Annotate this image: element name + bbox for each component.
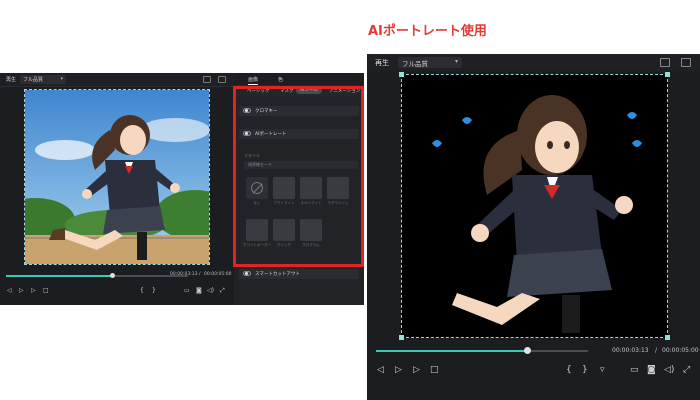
right-player: 再生 フル品質 ▾ 00:00:03:13 / 00:00:05:00 ◁ ▷ …	[367, 54, 700, 400]
mark-out-icon[interactable]: }	[152, 287, 156, 294]
right-timeline-handle[interactable]	[524, 347, 531, 354]
right-player-toolbar: 再生 フル品質 ▾	[367, 54, 700, 71]
monitor-icon[interactable]: ▭	[630, 365, 639, 375]
step-play-icon[interactable]: ▷	[395, 365, 402, 375]
play-icon[interactable]: ▷	[413, 365, 420, 375]
left-time-total: 00:00:05:00	[204, 272, 232, 277]
right-time-sep: /	[655, 347, 658, 354]
right-quality-select[interactable]: フル品質 ▾	[398, 57, 462, 68]
fullscreen-icon[interactable]: ⤢	[683, 365, 690, 375]
preview-frame-cutout	[432, 95, 642, 333]
chevron-down-icon: ▾	[60, 76, 63, 82]
screenshot-stage: AIポートレート使用 再生 フル品質 ▾ 00:00:03:13 / 00:00…	[0, 0, 700, 400]
tab-image[interactable]: 画像	[248, 76, 259, 85]
volume-icon[interactable]: ◁)	[664, 365, 674, 375]
right-video-preview[interactable]	[399, 72, 670, 340]
grid-icon[interactable]	[660, 58, 670, 67]
mark-in-icon[interactable]: {	[140, 287, 144, 294]
resize-handle[interactable]	[665, 72, 670, 77]
prev-frame-icon[interactable]: ◁	[7, 287, 12, 294]
right-quality-value: フル品質	[402, 60, 428, 68]
left-time-sep: /	[199, 272, 201, 277]
right-player-bottom-strip	[367, 388, 700, 400]
volume-icon[interactable]: ◁)	[207, 287, 214, 294]
left-video-preview[interactable]	[24, 89, 210, 265]
page-title: AIポートレート使用	[368, 24, 487, 39]
left-quality-select[interactable]: フル品質 ▾	[20, 75, 66, 84]
mark-out-icon[interactable]: }	[582, 365, 588, 375]
right-timeline[interactable]	[376, 347, 588, 354]
prev-frame-icon[interactable]: ◁	[377, 365, 384, 375]
stop-icon[interactable]: □	[430, 365, 439, 375]
toggle-icon[interactable]	[243, 271, 251, 276]
mark-in-icon[interactable]: {	[566, 365, 572, 375]
smart-cutout-label: スマートカットアウト	[255, 272, 300, 277]
resize-handle[interactable]	[665, 335, 670, 340]
image-icon[interactable]	[681, 58, 691, 67]
tab-color[interactable]: 色	[278, 76, 283, 83]
snapshot-icon[interactable]: ◙	[647, 365, 656, 375]
monitor-icon[interactable]: ▭	[184, 287, 190, 294]
resize-handle[interactable]	[399, 72, 404, 77]
left-time-current: 00:00:03:13	[170, 272, 198, 277]
step-play-icon[interactable]: ▷	[19, 287, 24, 294]
grid-icon[interactable]	[203, 76, 211, 83]
stop-icon[interactable]: □	[43, 287, 49, 294]
preview-frame-original	[25, 90, 209, 264]
highlight-box	[233, 86, 364, 267]
left-timeline-progress	[6, 275, 112, 277]
panel-tabs: 画像 色	[234, 73, 364, 85]
fullscreen-icon[interactable]: ⤢	[220, 287, 225, 295]
left-timeline[interactable]	[6, 273, 188, 278]
image-icon[interactable]	[218, 76, 226, 83]
chevron-down-icon: ▾	[454, 58, 458, 65]
right-time-current: 00:00:03:13	[612, 347, 649, 354]
resize-handle[interactable]	[399, 335, 404, 340]
snapshot-icon[interactable]: ◙	[196, 287, 202, 294]
left-timeline-handle[interactable]	[110, 273, 115, 278]
marker-icon[interactable]: ▿	[600, 365, 605, 375]
play-icon[interactable]: ▷	[31, 287, 36, 294]
smart-cutout-row[interactable]: スマートカットアウト	[239, 269, 359, 279]
right-time-total: 00:00:05:00	[662, 347, 699, 354]
left-player-toolbar: 再生 フル品質 ▾	[0, 73, 234, 87]
right-play-label: 再生	[375, 59, 389, 67]
left-play-label: 再生	[6, 77, 17, 83]
left-quality-value: フル品質	[23, 77, 44, 83]
left-player: 再生 フル品質 ▾ 00:00:03:13 / 00:00:05:00 ◁ ▷ …	[0, 73, 234, 305]
right-timeline-progress	[376, 350, 527, 352]
